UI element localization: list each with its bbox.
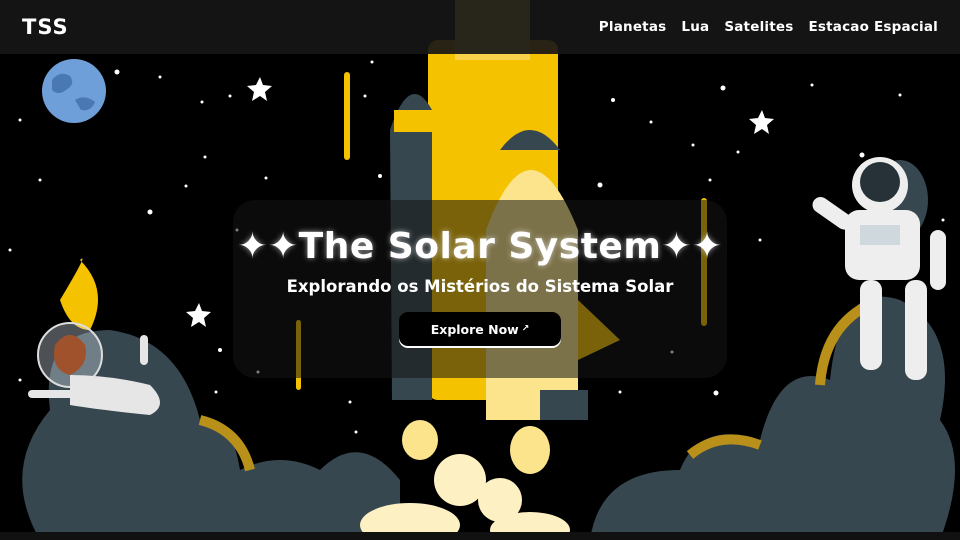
nav-link-estacao-espacial[interactable]: Estacao Espacial bbox=[808, 19, 938, 35]
explore-now-button[interactable]: Explore Now ↗ bbox=[399, 312, 561, 346]
hero-title: ✦✦The Solar System✦✦ bbox=[237, 226, 723, 267]
nav-link-lua[interactable]: Lua bbox=[681, 19, 709, 35]
nav-link-planetas[interactable]: Planetas bbox=[599, 19, 667, 35]
hero-subtitle: Explorando os Mistérios do Sistema Solar bbox=[286, 277, 674, 296]
hero-card: ✦✦The Solar System✦✦ Explorando os Misté… bbox=[233, 200, 727, 378]
explore-now-label: Explore Now bbox=[430, 321, 519, 337]
top-navbar: TSS Planetas Lua Satelites Estacao Espac… bbox=[0, 0, 960, 54]
nav-link-satelites[interactable]: Satelites bbox=[724, 19, 793, 35]
nav-links: Planetas Lua Satelites Estacao Espacial bbox=[599, 19, 938, 35]
planet-icon bbox=[42, 59, 106, 123]
arrow-up-right-icon: ↗ bbox=[521, 324, 530, 334]
site-logo[interactable]: TSS bbox=[22, 15, 69, 39]
bottom-scrollbar-track bbox=[0, 532, 960, 540]
